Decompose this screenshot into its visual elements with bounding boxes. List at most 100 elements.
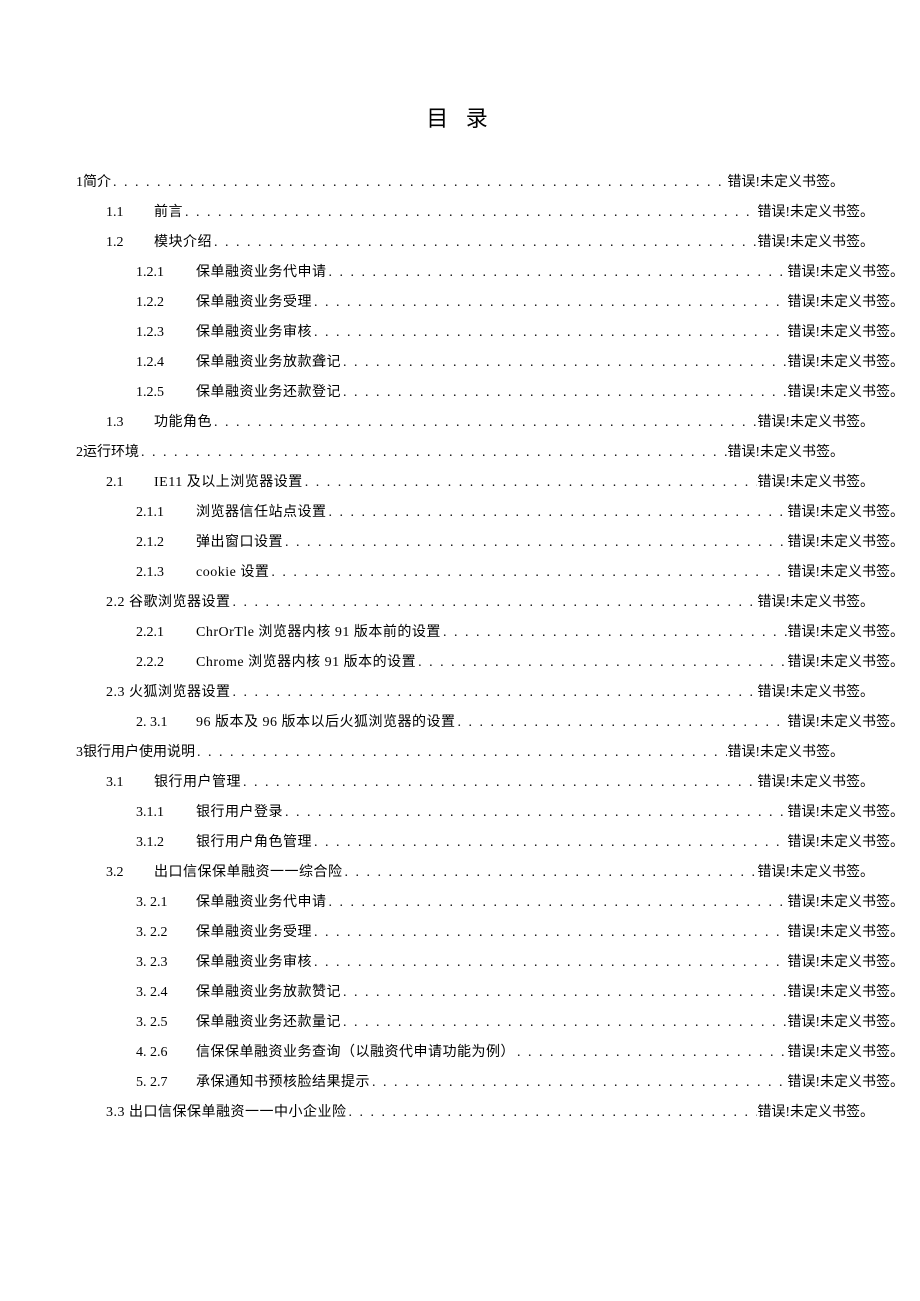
toc-leader-dots <box>303 468 758 498</box>
toc-entry-number: 3. 2.1 <box>136 888 196 918</box>
toc-leader-dots <box>312 318 787 348</box>
toc-entry-number: 2. 3.1 <box>136 708 196 738</box>
toc-leader-dots <box>312 918 787 948</box>
toc-leader-dots <box>312 288 787 318</box>
toc-entry-text: 保单融资业务审核 <box>196 318 312 348</box>
toc-leader-dots <box>212 408 757 438</box>
toc-page-ref: 错误!未定义书签。 <box>757 768 874 798</box>
toc-entry-number: 2.1.1 <box>136 498 196 528</box>
toc-entry: 2 运行环境错误!未定义书签。 <box>76 438 844 468</box>
toc-entry: 3. 2.3保单融资业务审核错误!未定义书签。 <box>76 948 904 978</box>
toc-entry-text: Chrome 浏览器内核 91 版本的设置 <box>196 648 416 678</box>
toc-leader-dots <box>441 618 787 648</box>
toc-title: 目 录 <box>76 108 844 130</box>
toc-leader-dots <box>312 948 787 978</box>
toc-entry-text: 运行环境 <box>83 438 139 468</box>
toc-entry-number: 4. 2.6 <box>136 1038 196 1068</box>
toc-entry-number: 3. 2.5 <box>136 1008 196 1038</box>
toc-entry-text: 96 版本及 96 版本以后火狐浏览器的设置 <box>196 708 456 738</box>
toc-entry: 2.2 谷歌浏览器设置 错误!未定义书签。 <box>76 588 874 618</box>
toc-leader-dots <box>456 708 788 738</box>
toc-entry-text: 模块介绍 <box>154 228 212 258</box>
toc-leader-dots <box>416 648 787 678</box>
toc-list: 1 简介错误!未定义书签。1.1前言错误!未定义书签。1.2模块介绍错误!未定义… <box>76 168 844 1128</box>
toc-entry-text: cookie 设置 <box>196 558 269 588</box>
toc-entry-number: 3.1.1 <box>136 798 196 828</box>
toc-leader-dots <box>327 258 788 288</box>
toc-entry: 3. 2.4保单融资业务放款赞记错误!未定义书签。 <box>76 978 904 1008</box>
toc-entry: 1.2.4保单融资业务放款聋记错误!未定义书签。 <box>76 348 904 378</box>
toc-page-ref: 错误!未定义书签。 <box>757 588 874 618</box>
toc-entry-number: 3. 2.4 <box>136 978 196 1008</box>
toc-leader-dots <box>341 378 787 408</box>
toc-entry: 4. 2.6信保保单融资业务查询（以融资代申请功能为例）错误!未定义书签。 <box>76 1038 904 1068</box>
toc-entry: 1.2模块介绍错误!未定义书签。 <box>76 228 874 258</box>
toc-entry: 3. 2.1保单融资业务代申请错误!未定义书签。 <box>76 888 904 918</box>
toc-entry-number: 1.1 <box>106 198 154 228</box>
toc-page-ref: 错误!未定义书签。 <box>787 1068 904 1098</box>
toc-entry-text: 承保通知书预核脸结果提示 <box>196 1068 370 1098</box>
toc-entry: 3.1.1银行用户登录错误!未定义书签。 <box>76 798 904 828</box>
toc-entry: 2.1.3cookie 设置错误!未定义书签。 <box>76 558 904 588</box>
toc-page-ref: 错误!未定义书签。 <box>787 498 904 528</box>
toc-leader-dots <box>183 198 757 228</box>
toc-page-ref: 错误!未定义书签。 <box>757 858 874 888</box>
toc-entry: 5. 2.7承保通知书预核脸结果提示 错误!未定义书签。 <box>76 1068 904 1098</box>
toc-entry-number: 2.1 <box>106 468 154 498</box>
toc-entry: 3. 2.5保单融资业务还款量记错误!未定义书签。 <box>76 1008 904 1038</box>
toc-entry-number: 1.2.4 <box>136 348 196 378</box>
toc-entry-text: 信保保单融资业务查询（以融资代申请功能为例） <box>196 1038 515 1068</box>
toc-entry: 2.1IE11 及以上浏览器设置错误!未定义书签。 <box>76 468 874 498</box>
toc-entry-text: 保单融资业务还款量记 <box>196 1008 341 1038</box>
toc-entry-text: 保单融资业务代申请 <box>196 258 327 288</box>
toc-entry-text: 2.2 谷歌浏览器设置 <box>106 588 231 618</box>
toc-page-ref: 错误!未定义书签。 <box>787 978 904 1008</box>
toc-leader-dots <box>341 1008 787 1038</box>
toc-entry-number: 2.1.2 <box>136 528 196 558</box>
toc-entry-number: 2 <box>76 438 83 468</box>
toc-leader-dots <box>231 588 758 618</box>
toc-page-ref: 错误!未定义书签。 <box>787 708 904 738</box>
toc-leader-dots <box>269 558 787 588</box>
toc-page-ref: 错误!未定义书签。 <box>787 348 904 378</box>
toc-page-ref: 错误!未定义书签。 <box>787 918 904 948</box>
toc-page-ref: 错误!未定义书签。 <box>727 168 844 198</box>
toc-page-ref: 错误!未定义书签。 <box>787 948 904 978</box>
toc-page-ref: 错误!未定义书签。 <box>787 378 904 408</box>
toc-page-ref: 错误!未定义书签。 <box>787 528 904 558</box>
toc-page-ref: 错误!未定义书签。 <box>787 648 904 678</box>
toc-entry-number: 1.3 <box>106 408 154 438</box>
toc-leader-dots <box>341 348 787 378</box>
toc-entry-number: 1.2.5 <box>136 378 196 408</box>
toc-entry: 3.1银行用户管理错误!未定义书签。 <box>76 768 874 798</box>
toc-entry-text: ChrOrTle 浏览器内核 91 版本前的设置 <box>196 618 441 648</box>
toc-entry-text: 弹出窗口设置 <box>196 528 283 558</box>
toc-entry: 1.2.3保单融资业务审核错误!未定义书签。 <box>76 318 904 348</box>
toc-entry-number: 2.1.3 <box>136 558 196 588</box>
toc-page-ref: 错误!未定义书签。 <box>757 408 874 438</box>
toc-leader-dots <box>195 738 727 768</box>
toc-entry-number: 5. 2.7 <box>136 1068 196 1098</box>
toc-page-ref: 错误!未定义书签。 <box>787 258 904 288</box>
toc-leader-dots <box>515 1038 787 1068</box>
toc-entry-text: 出口信保保单融资一一综合险 <box>154 858 343 888</box>
toc-entry: 3.1.2银行用户角色管理错误!未定义书签。 <box>76 828 904 858</box>
toc-page-ref: 错误!未定义书签。 <box>757 678 874 708</box>
toc-entry-text: 3.3 出口信保保单融资一一中小企业险 <box>106 1098 347 1128</box>
toc-entry: 2.2.1ChrOrTle 浏览器内核 91 版本前的设置错误!未定义书签。 <box>76 618 904 648</box>
toc-entry-text: 保单融资业务代申请 <box>196 888 327 918</box>
toc-page-ref: 错误!未定义书签。 <box>787 318 904 348</box>
toc-leader-dots <box>139 438 727 468</box>
toc-leader-dots <box>283 798 787 828</box>
toc-leader-dots <box>370 1068 787 1098</box>
toc-leader-dots <box>283 528 787 558</box>
toc-leader-dots <box>212 228 757 258</box>
toc-entry: 2. 3.196 版本及 96 版本以后火狐浏览器的设置 错误!未定义书签。 <box>76 708 904 738</box>
toc-entry-text: 银行用户使用说明 <box>83 738 195 768</box>
toc-entry-text: 简介 <box>83 168 111 198</box>
toc-entry: 3 银行用户使用说明错误!未定义书签。 <box>76 738 844 768</box>
toc-entry-number: 1.2.1 <box>136 258 196 288</box>
toc-leader-dots <box>343 858 758 888</box>
toc-entry-text: 银行用户登录 <box>196 798 283 828</box>
toc-entry-number: 1.2 <box>106 228 154 258</box>
